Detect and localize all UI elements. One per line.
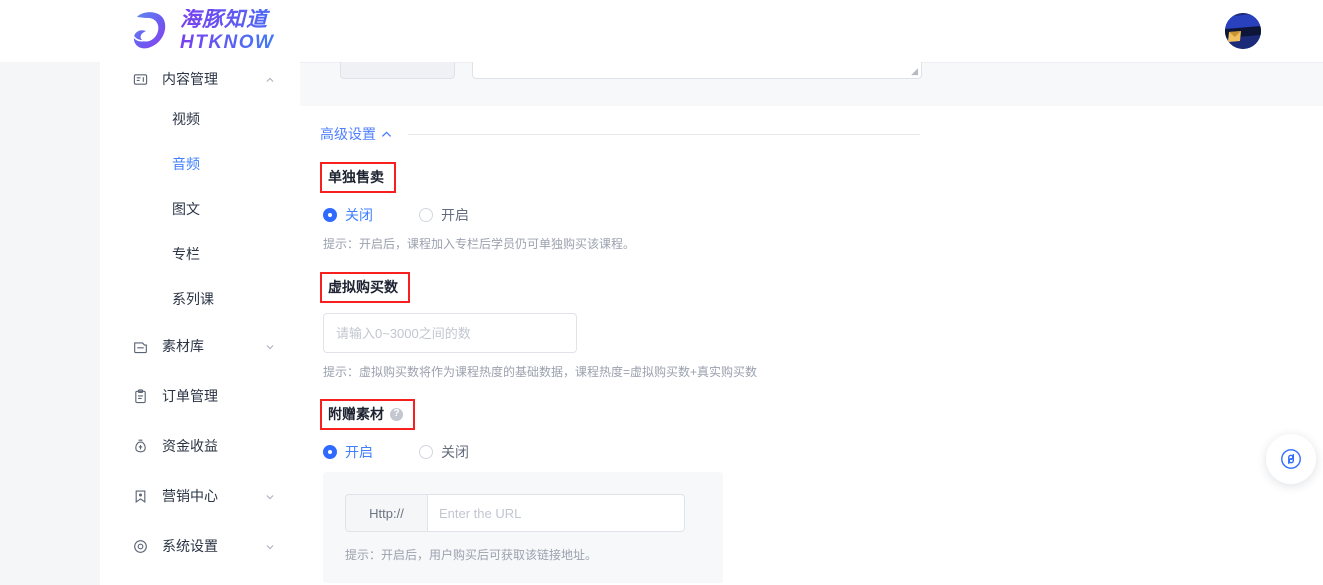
radio-label: 关闭 bbox=[441, 444, 469, 460]
main-content: ◢ 高级设置 单独售卖 关闭 开启 提示：开启后，课程加入专栏后学员仍可单独购买… bbox=[300, 62, 1323, 585]
section-bonus-material: 附赠素材 ? bbox=[320, 399, 1323, 430]
sidebar-item-label: 订单管理 bbox=[162, 388, 218, 404]
annotation-box-virtual-purchase: 虚拟购买数 bbox=[320, 272, 410, 303]
sidebar-item-label: 视频 bbox=[172, 110, 200, 127]
radio-indicator bbox=[323, 208, 337, 222]
system-settings-icon bbox=[132, 538, 148, 554]
logo-text-cn: 海豚知道 bbox=[180, 9, 274, 30]
url-protocol-addon: Http:// bbox=[345, 494, 427, 532]
sidebar-item-series-course[interactable]: 系列课 bbox=[100, 276, 300, 321]
app-root: 海豚知道 HTKNOW 内容管理 视频 音频 图文 专栏 系列课 素材库 订单管… bbox=[0, 0, 1323, 585]
chevron-down-icon[interactable] bbox=[266, 543, 274, 551]
sidebar-item-funds-income[interactable]: 资金收益 bbox=[100, 421, 300, 471]
advanced-settings-label: 高级设置 bbox=[320, 126, 376, 142]
form-field-partial-left[interactable] bbox=[340, 62, 455, 79]
hint-virtual-purchase: 提示：虚拟购买数将作为课程热度的基础数据，课程热度=虚拟购买数+真实购买数 bbox=[323, 365, 758, 379]
help-icon[interactable]: ? bbox=[390, 407, 403, 421]
avatar-image bbox=[1225, 13, 1261, 49]
advanced-settings-content: 高级设置 单独售卖 关闭 开启 提示：开启后，课程加入专栏后学员仍可单独购买该课… bbox=[300, 106, 1323, 585]
section-solo-sale: 单独售卖 bbox=[320, 162, 1323, 193]
sidebar: 内容管理 视频 音频 图文 专栏 系列课 素材库 订单管理 资金收益 营销中心 … bbox=[100, 62, 300, 585]
dolphin-logo-icon bbox=[133, 12, 166, 49]
sidebar-item-marketing-center[interactable]: 营销中心 bbox=[100, 471, 300, 521]
chevron-up-icon[interactable] bbox=[266, 76, 274, 84]
sidebar-item-label: 资金收益 bbox=[162, 438, 218, 454]
sidebar-item-audio[interactable]: 音频 bbox=[100, 141, 300, 186]
radio-label: 开启 bbox=[441, 207, 469, 223]
top-bar: 海豚知道 HTKNOW bbox=[0, 0, 1323, 62]
sidebar-item-label: 音频 bbox=[172, 155, 200, 172]
section-title: 附赠素材 bbox=[328, 406, 384, 422]
sidebar-item-video[interactable]: 视频 bbox=[100, 96, 300, 141]
virtual-purchase-input[interactable] bbox=[323, 313, 577, 353]
section-divider bbox=[408, 133, 920, 135]
content-manage-icon bbox=[132, 71, 148, 87]
sidebar-group-label: 内容管理 bbox=[162, 71, 218, 87]
chevron-down-icon[interactable] bbox=[266, 343, 274, 351]
floating-action-button[interactable] bbox=[1266, 434, 1316, 484]
section-title: 单独售卖 bbox=[328, 169, 384, 185]
url-input[interactable] bbox=[427, 494, 685, 532]
sidebar-item-label: 营销中心 bbox=[162, 488, 218, 504]
advanced-settings-toggle[interactable]: 高级设置 bbox=[320, 124, 392, 144]
hint-url-panel: 提示：开启后，用户购买后可获取该链接地址。 bbox=[345, 548, 598, 562]
radio-group-solo-sale: 关闭 开启 bbox=[323, 205, 1323, 225]
sidebar-item-system-settings[interactable]: 系统设置 bbox=[100, 521, 300, 571]
avatar[interactable] bbox=[1225, 13, 1261, 49]
form-textarea-partial[interactable]: ◢ bbox=[472, 62, 922, 79]
sidebar-item-label: 专栏 bbox=[172, 245, 200, 262]
radio-indicator bbox=[419, 445, 433, 459]
sidebar-item-imagetext[interactable]: 图文 bbox=[100, 186, 300, 231]
radio-solo-sale-off[interactable]: 关闭 bbox=[323, 205, 373, 225]
annotation-box-bonus-material: 附赠素材 ? bbox=[320, 399, 415, 430]
annotation-box-solo-sale: 单独售卖 bbox=[320, 162, 396, 193]
url-panel: Http:// 提示：开启后，用户购买后可获取该链接地址。 bbox=[323, 472, 723, 583]
marketing-center-icon bbox=[132, 488, 148, 504]
sidebar-item-label: 图文 bbox=[172, 200, 200, 217]
sidebar-group-content-manage[interactable]: 内容管理 bbox=[100, 62, 300, 96]
scrolled-form-row: ◢ bbox=[300, 62, 1323, 106]
radio-solo-sale-on[interactable]: 开启 bbox=[419, 205, 469, 225]
radio-bonus-material-off[interactable]: 关闭 bbox=[419, 442, 469, 462]
sidebar-item-label: 系列课 bbox=[172, 290, 214, 307]
funds-income-icon bbox=[132, 438, 148, 454]
link-music-icon bbox=[1281, 449, 1301, 469]
radio-group-bonus-material: 开启 关闭 bbox=[323, 442, 1323, 462]
chevron-up-icon bbox=[382, 130, 391, 137]
material-library-icon bbox=[132, 338, 148, 354]
hint-solo-sale: 提示：开启后，课程加入专栏后学员仍可单独购买该课程。 bbox=[323, 237, 636, 251]
resize-handle-icon[interactable]: ◢ bbox=[911, 67, 918, 76]
radio-label: 关闭 bbox=[345, 207, 373, 223]
sidebar-item-label: 素材库 bbox=[162, 338, 204, 354]
radio-indicator bbox=[323, 445, 337, 459]
logo-text-en: HTKNOW bbox=[180, 31, 275, 53]
chevron-down-icon[interactable] bbox=[266, 493, 274, 501]
advanced-settings-header: 高级设置 bbox=[320, 124, 920, 144]
order-manage-icon bbox=[132, 388, 148, 404]
sidebar-item-order-manage[interactable]: 订单管理 bbox=[100, 371, 300, 421]
radio-bonus-material-on[interactable]: 开启 bbox=[323, 442, 373, 462]
sidebar-item-material-library[interactable]: 素材库 bbox=[100, 321, 300, 371]
sidebar-item-column[interactable]: 专栏 bbox=[100, 231, 300, 276]
brand-logo[interactable]: 海豚知道 HTKNOW bbox=[130, 8, 274, 52]
radio-label: 开启 bbox=[345, 444, 373, 460]
url-input-group: Http:// bbox=[345, 494, 685, 532]
section-virtual-purchase: 虚拟购买数 bbox=[320, 272, 1323, 303]
sidebar-item-label: 系统设置 bbox=[162, 538, 218, 554]
radio-indicator bbox=[419, 208, 433, 222]
section-title: 虚拟购买数 bbox=[328, 279, 398, 295]
